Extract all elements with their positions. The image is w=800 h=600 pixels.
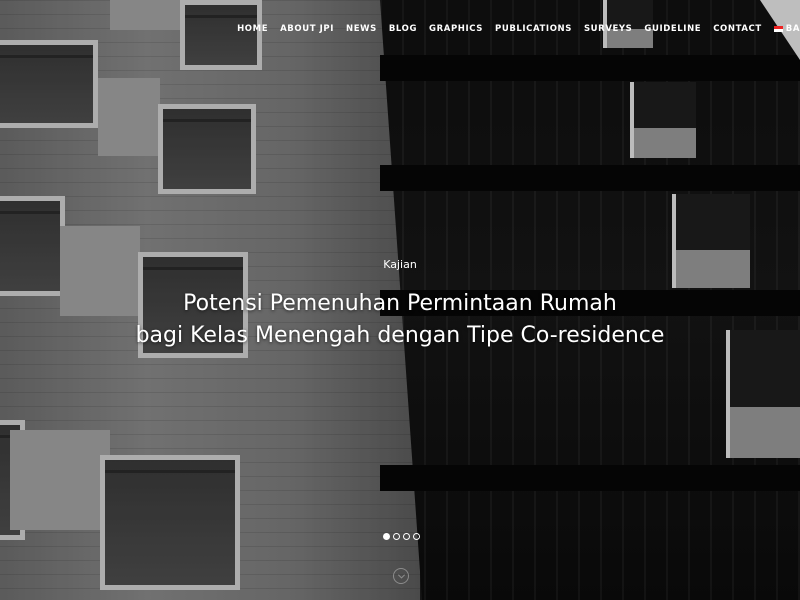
nav-item-surveys[interactable]: SURVEYS (578, 24, 638, 34)
language-switcher[interactable]: BA (768, 24, 800, 34)
slider-pagination (383, 533, 420, 540)
nav-item-blog[interactable]: BLOG (383, 24, 423, 34)
language-label: BA (785, 24, 800, 34)
scroll-down-icon[interactable] (393, 568, 409, 584)
hero-slider: HOME ABOUT JPI NEWS BLOG GRAPHICS PUBLIC… (0, 0, 800, 600)
slide-title-line-2: bagi Kelas Menengah dengan Tipe Co-resid… (135, 323, 665, 348)
nav-item-guideline[interactable]: GUIDELINE (638, 24, 707, 34)
nav-item-news[interactable]: NEWS (340, 24, 383, 34)
slider-dot-2[interactable] (393, 533, 400, 540)
slide-title-line-1: Potensi Pemenuhan Permintaan Rumah (183, 291, 617, 316)
nav-item-graphics[interactable]: GRAPHICS (423, 24, 489, 34)
nav-item-contact[interactable]: CONTACT (707, 24, 768, 34)
indonesia-flag-icon (773, 26, 783, 32)
slider-dot-1[interactable] (383, 533, 390, 540)
slide-title[interactable]: Potensi Pemenuhan Permintaan Rumah bagi … (0, 288, 800, 352)
nav-item-about-jpi[interactable]: ABOUT JPI (274, 24, 340, 34)
slider-dot-3[interactable] (403, 533, 410, 540)
slide-category[interactable]: Kajian (0, 258, 800, 271)
nav-item-publications[interactable]: PUBLICATIONS (489, 24, 578, 34)
nav-item-home[interactable]: HOME (231, 24, 274, 34)
slider-dot-4[interactable] (413, 533, 420, 540)
main-navigation: HOME ABOUT JPI NEWS BLOG GRAPHICS PUBLIC… (231, 24, 800, 34)
